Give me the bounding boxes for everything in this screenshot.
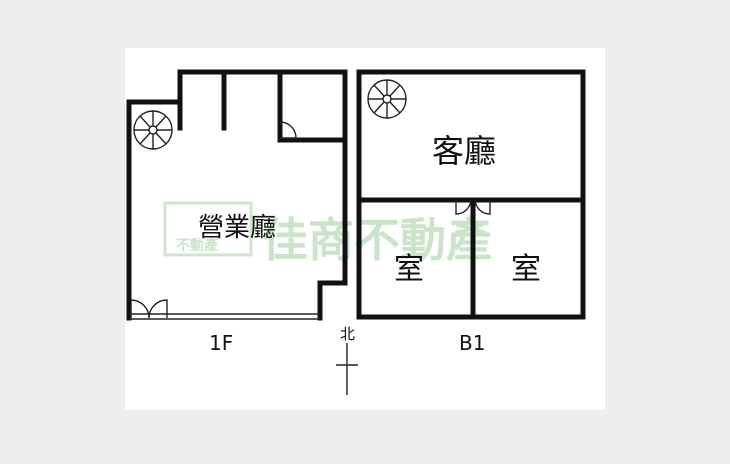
floor-plan-drawing: 不動產 佳商不動產 營業廳 1F 客廳 室 室 B1 北 [125, 48, 605, 410]
watermark-text: 佳商不動產 [262, 213, 492, 267]
floor-label-1f: 1F [209, 331, 233, 355]
room-label-room-right: 室 [511, 252, 541, 287]
compass-north-label: 北 [340, 325, 355, 343]
room-label-room-left: 室 [394, 252, 424, 287]
room-label-sales-hall: 營業廳 [198, 213, 276, 243]
floor-label-b1: B1 [459, 331, 485, 355]
floor-plan: 不動產 佳商不動產 營業廳 1F 客廳 室 室 B1 北 [0, 0, 730, 460]
room-label-living-room: 客廳 [432, 132, 496, 170]
